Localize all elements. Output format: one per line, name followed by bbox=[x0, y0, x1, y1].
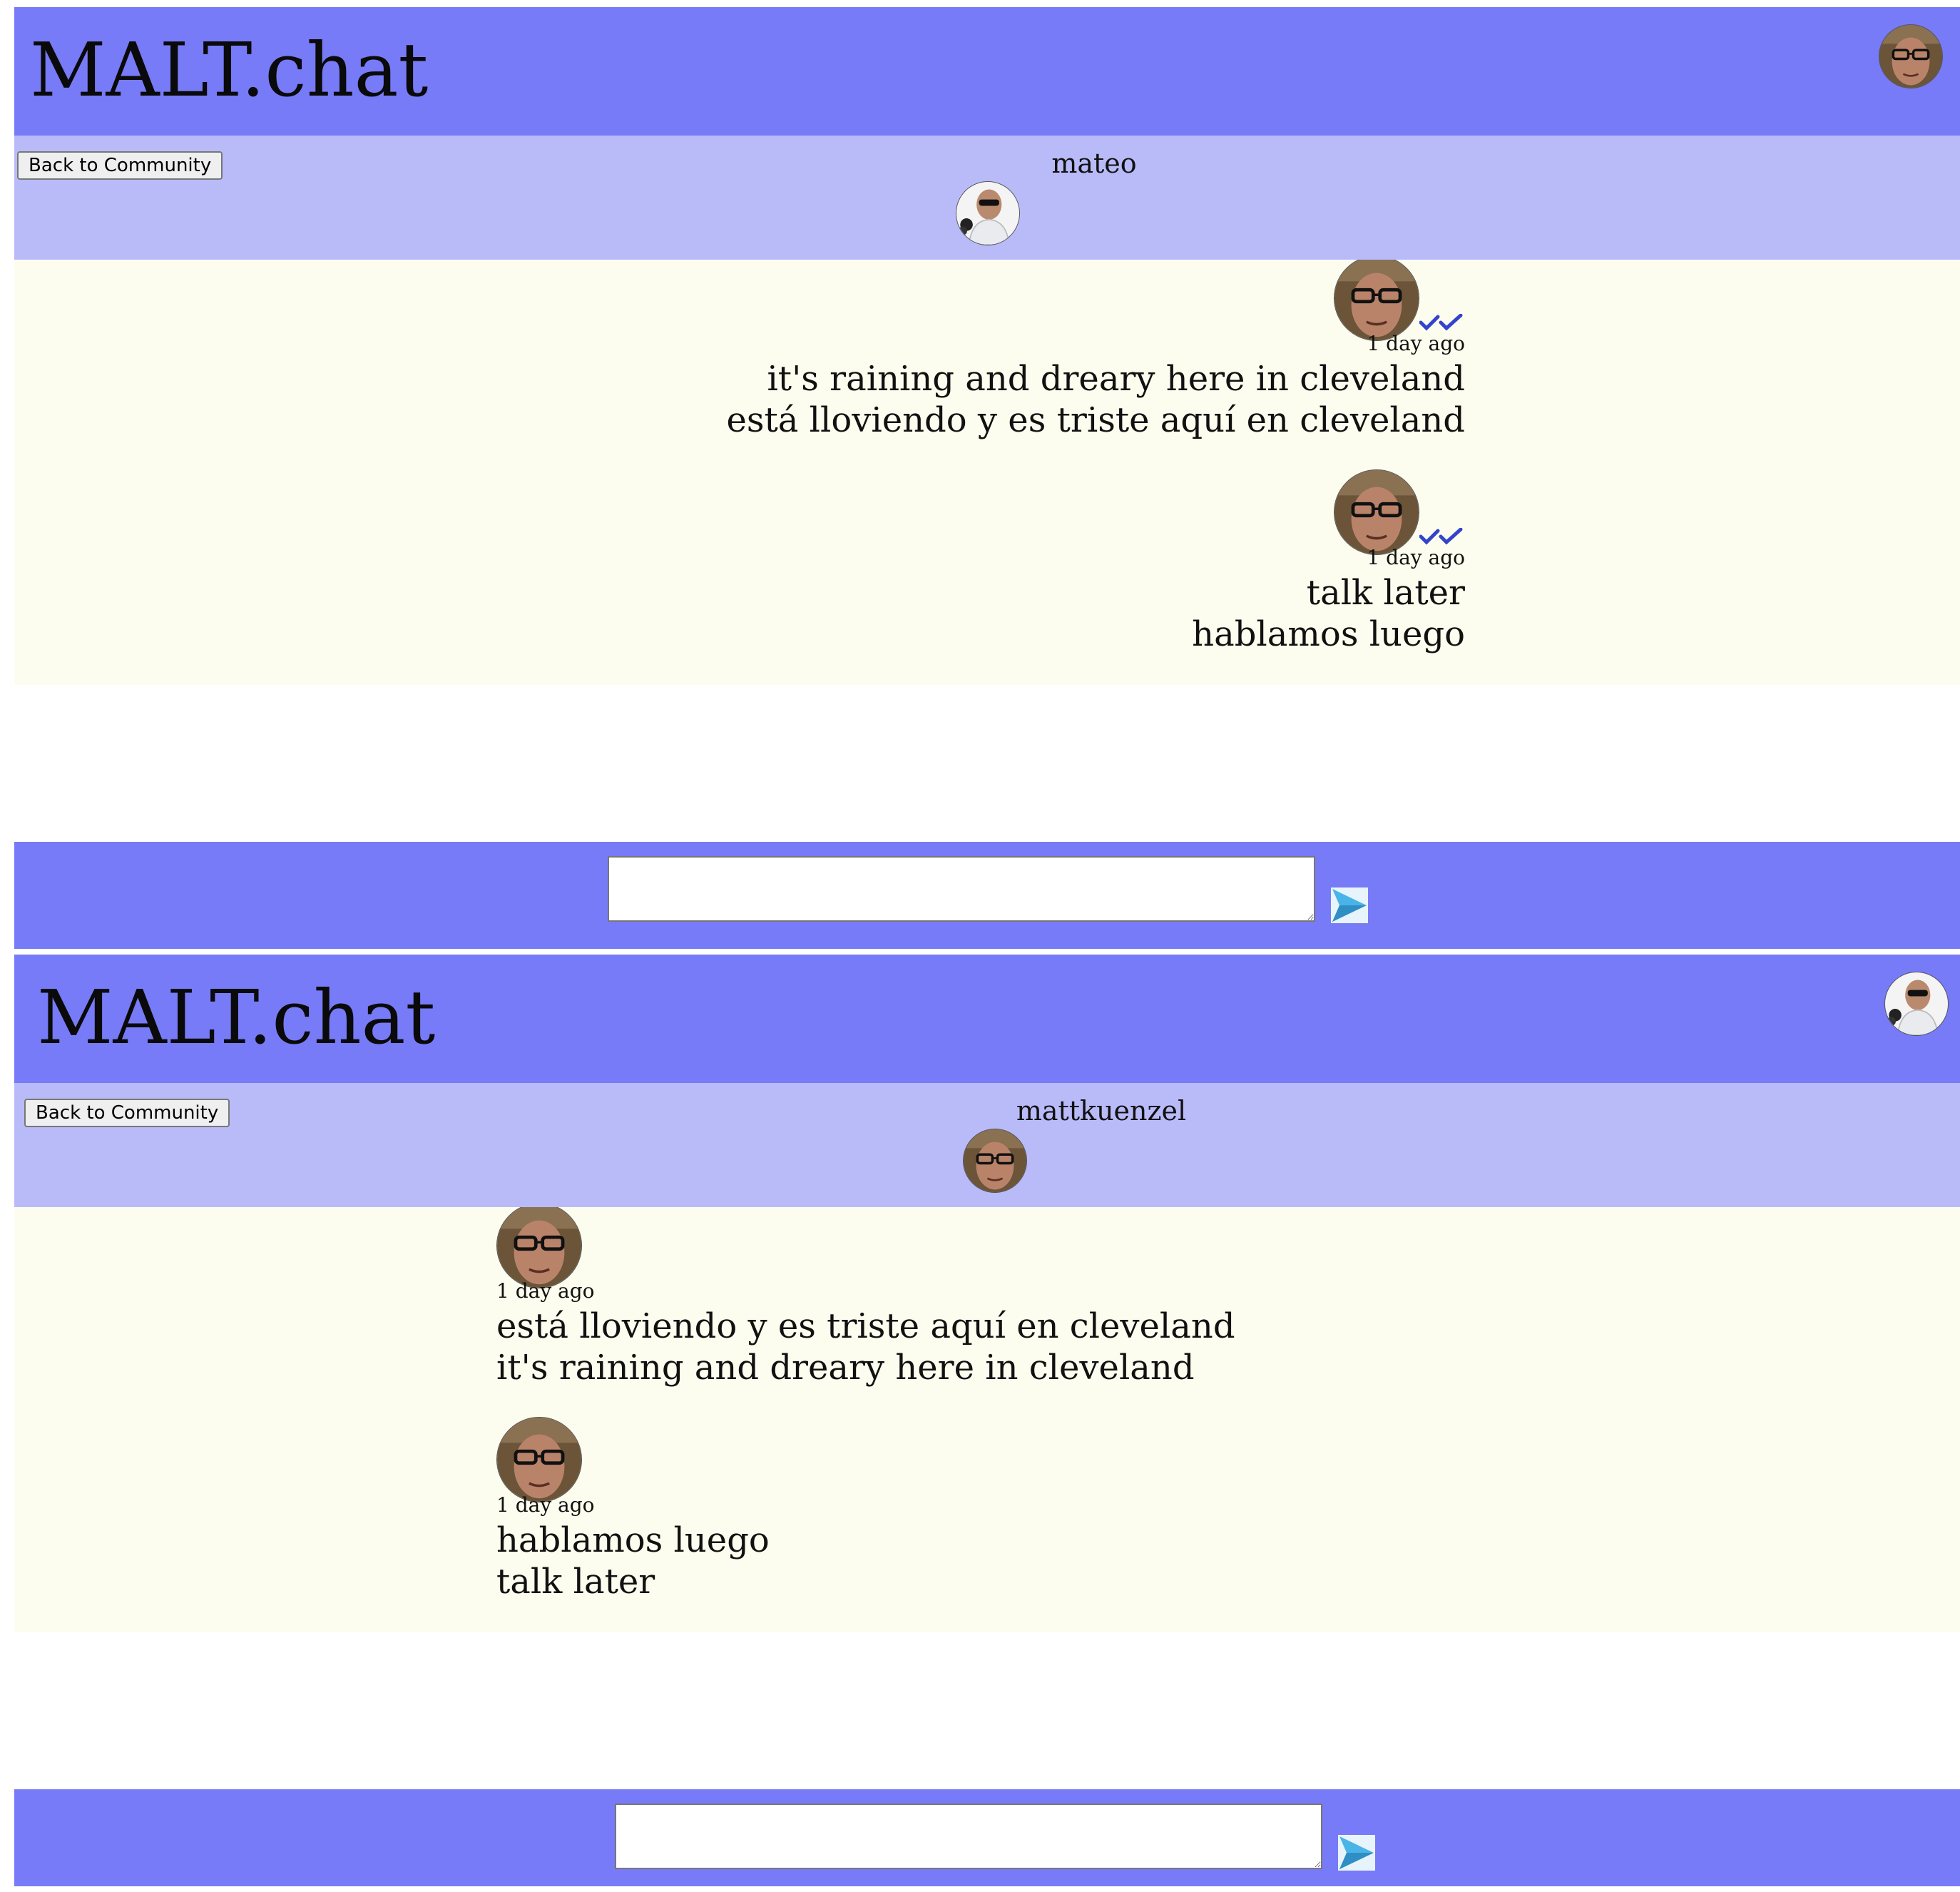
app-title: MALT.chat bbox=[30, 26, 429, 113]
send-button[interactable] bbox=[1338, 1835, 1375, 1871]
message-timestamp: 1 day ago bbox=[496, 1279, 595, 1303]
sender-avatar bbox=[496, 1207, 582, 1288]
message-original-text: it's raining and dreary here in clevelan… bbox=[767, 359, 1465, 399]
send-arrow-icon bbox=[1331, 887, 1368, 923]
double-check-icon bbox=[1419, 314, 1464, 331]
message-original-text: talk later bbox=[496, 1562, 655, 1602]
chat-partner-avatar bbox=[956, 181, 1020, 245]
chat-partner-name: mattkuenzel bbox=[1016, 1095, 1187, 1126]
message-translated-text: está lloviendo y es triste aquí en cleve… bbox=[726, 400, 1465, 440]
app-header: MALT.chat bbox=[14, 7, 1960, 136]
message-input[interactable] bbox=[608, 856, 1315, 922]
message-timestamp: 1 day ago bbox=[1367, 332, 1465, 355]
message-original-text: talk later bbox=[1306, 573, 1465, 613]
chat-view-mateo: MALT.chat Back to Community mateo 1 day … bbox=[0, 0, 1960, 949]
app-header: MALT.chat bbox=[14, 955, 1960, 1083]
double-check-icon bbox=[1419, 528, 1464, 545]
message-list[interactable]: 1 day ago it's raining and dreary here i… bbox=[14, 260, 1960, 685]
send-arrow-icon bbox=[1338, 1835, 1375, 1871]
chat-partner-avatar bbox=[963, 1129, 1027, 1193]
message-list[interactable]: 1 day ago está lloviendo y es triste aqu… bbox=[14, 1207, 1960, 1632]
message-timestamp: 1 day ago bbox=[496, 1493, 595, 1517]
chat-view-mattkuenzel: MALT.chat Back to Community mattkuenzel … bbox=[0, 946, 1960, 1892]
message-original-text: it's raining and dreary here in clevelan… bbox=[496, 1348, 1195, 1388]
message-translated-text: hablamos luego bbox=[496, 1520, 770, 1560]
back-to-community-button[interactable]: Back to Community bbox=[24, 1099, 230, 1127]
message-translated-text: hablamos luego bbox=[1192, 614, 1465, 654]
message-input[interactable] bbox=[615, 1804, 1322, 1869]
send-button[interactable] bbox=[1331, 887, 1368, 923]
chat-partner-bar: Back to Community mateo bbox=[14, 136, 1960, 260]
sender-avatar bbox=[1334, 260, 1419, 341]
sender-avatar bbox=[1334, 469, 1419, 555]
current-user-avatar[interactable] bbox=[1879, 24, 1943, 88]
chat-partner-name: mateo bbox=[1051, 148, 1137, 179]
current-user-avatar[interactable] bbox=[1884, 972, 1949, 1036]
app-title: MALT.chat bbox=[37, 974, 436, 1061]
compose-bar bbox=[14, 842, 1960, 949]
message-timestamp: 1 day ago bbox=[1367, 546, 1465, 569]
chat-partner-bar: Back to Community mattkuenzel bbox=[14, 1083, 1960, 1207]
compose-bar bbox=[14, 1789, 1960, 1886]
back-to-community-button[interactable]: Back to Community bbox=[17, 151, 223, 180]
message-translated-text: está lloviendo y es triste aquí en cleve… bbox=[496, 1306, 1235, 1346]
sender-avatar bbox=[496, 1417, 582, 1502]
